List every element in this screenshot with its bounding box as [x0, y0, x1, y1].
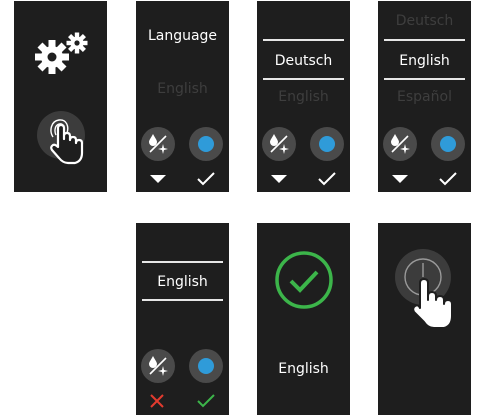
- screen-language-saved: English: [257, 223, 350, 415]
- select-button[interactable]: [431, 127, 465, 161]
- screen-settings-entry: [14, 1, 107, 192]
- touch-hand-icon: [50, 119, 84, 165]
- drop-sparkle-icon: [270, 134, 289, 154]
- checkmark-icon[interactable]: [196, 171, 216, 187]
- arrow-down-icon[interactable]: [391, 174, 409, 184]
- cancel-x-icon[interactable]: [149, 393, 165, 409]
- water-drop-button[interactable]: [141, 127, 175, 161]
- screen-language-title: Language English: [136, 1, 229, 192]
- language-next: English: [278, 89, 329, 105]
- water-drop-button[interactable]: [141, 349, 175, 383]
- arrow-down-icon[interactable]: [270, 174, 288, 184]
- blue-dot-icon: [440, 136, 456, 152]
- tap-hand-icon: [412, 278, 453, 329]
- language-heading: Language: [147, 28, 218, 44]
- select-button[interactable]: [189, 127, 223, 161]
- screen-power: [378, 223, 471, 415]
- checkmark-icon[interactable]: [438, 171, 458, 187]
- blue-dot-icon: [198, 136, 214, 152]
- selection-line-top: [263, 39, 344, 41]
- screen-language-deutsch: Deutsch English: [257, 1, 350, 192]
- language-selected: English: [157, 274, 208, 290]
- success-check-circle-icon: [275, 251, 333, 309]
- drop-sparkle-icon: [149, 356, 168, 376]
- select-button[interactable]: [189, 349, 223, 383]
- confirm-check-icon[interactable]: [196, 393, 216, 409]
- drop-sparkle-icon: [391, 134, 410, 154]
- checkmark-icon[interactable]: [317, 171, 337, 187]
- language-selected: Deutsch: [274, 53, 333, 69]
- blue-dot-icon: [198, 358, 214, 374]
- blue-dot-icon: [319, 136, 335, 152]
- selection-line-bottom: [384, 78, 465, 80]
- selection-line-bottom: [142, 299, 223, 301]
- language-prev: Deutsch: [395, 13, 454, 29]
- water-drop-button[interactable]: [262, 127, 296, 161]
- gears-icon: [35, 32, 88, 74]
- drop-sparkle-icon: [149, 134, 168, 154]
- confirmed-language: English: [278, 361, 329, 377]
- selection-line-top: [384, 39, 465, 41]
- language-option-dim: English: [157, 81, 208, 97]
- selection-line-top: [142, 261, 223, 263]
- water-drop-button[interactable]: [383, 127, 417, 161]
- screen-language-english: Deutsch English Español: [378, 1, 471, 192]
- selection-line-bottom: [263, 78, 344, 80]
- select-button[interactable]: [310, 127, 344, 161]
- screen-language-confirm: English: [136, 223, 229, 415]
- language-next: Español: [397, 89, 452, 105]
- arrow-down-icon[interactable]: [149, 174, 167, 184]
- language-selected: English: [399, 53, 450, 69]
